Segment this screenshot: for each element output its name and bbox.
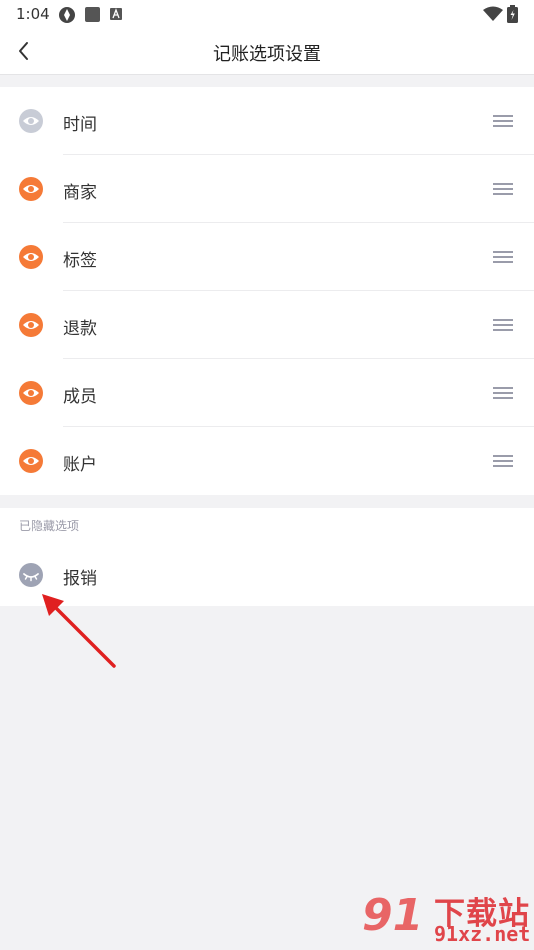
eye-icon[interactable]: [19, 177, 43, 201]
option-row-member[interactable]: 成员: [0, 359, 534, 427]
notification-icon: [59, 7, 75, 23]
page-title: 记账选项设置: [213, 44, 321, 65]
drag-handle-icon[interactable]: [493, 454, 513, 468]
option-label: 退款: [63, 319, 97, 339]
battery-icon: [507, 5, 518, 23]
option-label: 成员: [63, 387, 97, 407]
status-time: 1:04: [16, 5, 50, 23]
watermark-url: 91xz.net: [434, 922, 531, 946]
option-row-account[interactable]: 账户: [0, 427, 534, 495]
option-row-merchant[interactable]: 商家: [0, 155, 534, 223]
option-label: 时间: [63, 115, 97, 135]
wifi-icon: [483, 6, 503, 21]
drag-handle-icon[interactable]: [493, 182, 513, 196]
option-row-time[interactable]: 时间: [0, 87, 534, 155]
visible-options-list: 时间 商家 标签 退款 成员 账户: [0, 87, 534, 495]
eye-icon[interactable]: [19, 449, 43, 473]
drag-handle-icon[interactable]: [493, 386, 513, 400]
option-row-refund[interactable]: 退款: [0, 291, 534, 359]
option-label: 商家: [63, 183, 97, 203]
option-row-tag[interactable]: 标签: [0, 223, 534, 291]
eye-icon[interactable]: [19, 313, 43, 337]
font-a-icon: [110, 8, 122, 20]
eye-icon[interactable]: [19, 109, 43, 133]
top-app-bar: 记账选项设置: [0, 28, 534, 75]
eye-icon[interactable]: [19, 245, 43, 269]
watermark-logo: 91 下载站 91xz.net: [362, 888, 532, 948]
eye-closed-icon[interactable]: [19, 563, 43, 587]
status-bar: 1:04: [0, 0, 534, 28]
drag-handle-icon[interactable]: [493, 250, 513, 264]
annotation-arrow: [42, 594, 116, 668]
drag-handle-icon[interactable]: [493, 318, 513, 332]
watermark-number: 91: [362, 890, 424, 941]
app-square-icon: [85, 7, 100, 22]
option-label: 报销: [63, 569, 97, 589]
option-label: 标签: [63, 251, 97, 271]
drag-handle-icon[interactable]: [493, 114, 513, 128]
eye-icon[interactable]: [19, 381, 43, 405]
section-title: 已隐藏选项: [19, 519, 80, 533]
option-label: 账户: [63, 455, 97, 475]
